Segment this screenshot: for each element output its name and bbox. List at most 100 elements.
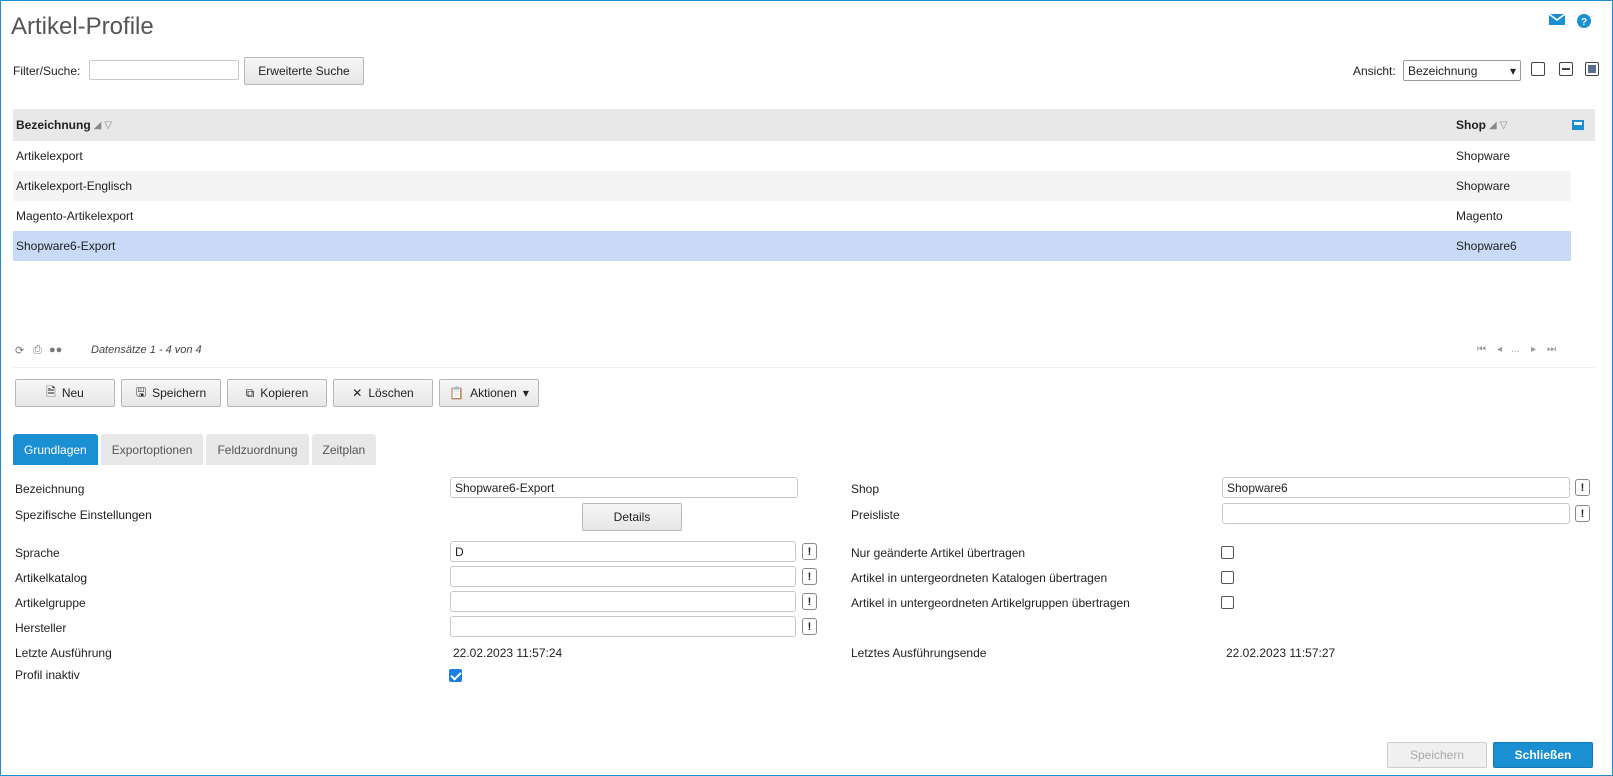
save-button[interactable]: 🖫 Speichern <box>121 379 221 407</box>
prev-page-icon[interactable]: ◂ <box>1497 344 1502 355</box>
next-page-icon[interactable]: ▸ <box>1531 344 1536 355</box>
copy-icon: ⧉ <box>245 385 255 400</box>
lookup-button[interactable]: ! <box>802 618 817 635</box>
last-page-icon[interactable]: ⏭ <box>1547 344 1556 355</box>
refresh-icon[interactable]: ⟳ <box>15 344 24 357</box>
column-header-bezeichnung[interactable]: Bezeichnung ◢ ▽ <box>16 118 112 132</box>
untergeordnete-kataloge-label: Artikel in untergeordneten Katalogen übe… <box>851 571 1108 585</box>
bezeichnung-field[interactable]: Shopware6-Export <box>450 477 798 498</box>
cell-shop: Shopware <box>1456 179 1511 193</box>
view-select[interactable]: Bezeichnung ▾ <box>1403 60 1521 81</box>
toggle-icon[interactable]: ●● <box>49 344 62 356</box>
first-page-icon[interactable]: ⏮ <box>1477 344 1486 355</box>
letztes-ausfuehrungsende-value: 22.02.2023 11:57:27 <box>1226 646 1336 660</box>
hersteller-field[interactable] <box>450 616 796 637</box>
help-icon[interactable]: ? <box>1576 13 1592 28</box>
profiles-grid: Bezeichnung ◢ ▽ Shop ◢ ▽ Artikelexport S… <box>13 109 1595 261</box>
column-header-label: Shop <box>1456 118 1486 132</box>
filter-label: Filter/Suche: <box>13 64 81 78</box>
cell-shop: Shopware6 <box>1456 239 1517 253</box>
filter-icon[interactable]: ▽ <box>1500 120 1508 131</box>
spezifische-einstellungen-label: Spezifische Einstellungen <box>15 508 152 522</box>
untergeordnete-kataloge-checkbox[interactable] <box>1221 571 1234 584</box>
shop-field[interactable]: Shopware6 <box>1222 477 1570 498</box>
lookup-button[interactable]: ! <box>1575 505 1590 522</box>
print-icon[interactable]: ⎙ <box>33 344 42 357</box>
grid-pager: ⟳ ⎙ ●● Datensätze 1 - 4 von 4 ⏮ ◂ ... ▸ … <box>13 344 1595 358</box>
actions-button-label: Aktionen <box>470 386 517 400</box>
artikelgruppe-label: Artikelgruppe <box>15 596 86 610</box>
svg-text:?: ? <box>1581 17 1587 28</box>
grid-header: Bezeichnung ◢ ▽ Shop ◢ ▽ <box>13 109 1595 141</box>
tab-exportoptionen[interactable]: Exportoptionen <box>100 434 204 465</box>
profil-inaktiv-checkbox[interactable] <box>449 669 462 682</box>
tab-bar: Grundlagen Exportoptionen Feldzuordnung … <box>13 434 377 465</box>
column-header-shop[interactable]: Shop ◢ ▽ <box>1456 118 1507 132</box>
details-button[interactable]: Details <box>582 503 682 531</box>
shop-label: Shop <box>851 482 880 496</box>
floppy-icon: 🖫 <box>135 384 147 399</box>
sort-asc-icon[interactable]: ◢ <box>94 120 102 131</box>
close-icon: ✕ <box>352 386 363 400</box>
new-button[interactable]: 🗎 Neu <box>15 379 115 407</box>
sprache-field[interactable]: D <box>450 541 796 562</box>
chevron-down-icon: ▾ <box>522 386 529 400</box>
tab-feldzuordnung[interactable]: Feldzuordnung <box>206 434 309 465</box>
view-layout-single-icon[interactable] <box>1531 62 1545 76</box>
page-title: Artikel-Profile <box>11 13 154 40</box>
bezeichnung-label: Bezeichnung <box>15 482 85 496</box>
advanced-search-button[interactable]: Erweiterte Suche <box>244 57 364 85</box>
untergeordnete-gruppen-checkbox[interactable] <box>1221 596 1234 609</box>
table-row-selected[interactable]: Shopware6-Export Shopware6 <box>13 231 1571 261</box>
sort-icon[interactable]: ◢ <box>1489 120 1497 131</box>
table-row[interactable]: Magento-Artikelexport Magento <box>13 201 1571 231</box>
nur-geaenderte-checkbox[interactable] <box>1221 546 1234 559</box>
sprache-label: Sprache <box>15 546 60 560</box>
table-row[interactable]: Artikelexport-Englisch Shopware <box>13 171 1571 201</box>
artikelkatalog-field[interactable] <box>450 566 796 587</box>
artikelgruppe-field[interactable] <box>450 591 796 612</box>
untergeordnete-gruppen-label: Artikel in untergeordneten Artikelgruppe… <box>851 596 1130 610</box>
cell-shop: Magento <box>1456 209 1503 223</box>
actions-menu-button[interactable]: 📋 Aktionen ▾ <box>439 379 539 407</box>
close-button[interactable]: Schließen <box>1493 742 1593 768</box>
mail-icon[interactable] <box>1548 13 1566 27</box>
chevron-down-icon: ▾ <box>1509 63 1516 78</box>
lookup-button[interactable]: ! <box>1575 479 1590 496</box>
filter-search-input[interactable] <box>89 60 239 80</box>
save-button-label: Speichern <box>152 386 207 400</box>
copy-button[interactable]: ⧉ Kopieren <box>227 379 327 407</box>
view-layout-detail-icon[interactable] <box>1585 62 1599 76</box>
clipboard-icon: 📋 <box>449 386 465 400</box>
cell-bezeichnung: Artikelexport-Englisch <box>16 179 133 193</box>
cell-bezeichnung: Magento-Artikelexport <box>16 209 134 223</box>
profil-inaktiv-label: Profil inaktiv <box>15 668 80 682</box>
lookup-button[interactable]: ! <box>802 568 817 585</box>
lookup-button[interactable]: ! <box>802 543 817 560</box>
column-header-label: Bezeichnung <box>16 118 91 132</box>
delete-button[interactable]: ✕ Löschen <box>333 379 433 407</box>
cell-bezeichnung: Artikelexport <box>16 149 83 163</box>
letzte-ausfuehrung-label: Letzte Ausführung <box>15 646 112 660</box>
table-row[interactable]: Artikelexport Shopware <box>13 141 1571 171</box>
preisliste-label: Preisliste <box>851 508 900 522</box>
new-button-label: Neu <box>61 386 84 400</box>
copy-button-label: Kopieren <box>260 386 309 400</box>
filter-icon[interactable]: ▽ <box>104 120 112 131</box>
document-icon: 🗎 <box>46 384 56 399</box>
preisliste-field[interactable] <box>1222 503 1570 524</box>
column-config-icon[interactable] <box>1572 119 1584 130</box>
letzte-ausfuehrung-value: 22.02.2023 11:57:24 <box>453 646 563 660</box>
page-ellipsis[interactable]: ... <box>1511 344 1519 355</box>
cell-bezeichnung: Shopware6-Export <box>16 239 116 253</box>
tab-zeitplan[interactable]: Zeitplan <box>311 434 377 465</box>
letztes-ausfuehrungsende-label: Letztes Ausführungsende <box>851 646 987 660</box>
hersteller-label: Hersteller <box>15 621 67 635</box>
record-count: Datensätze 1 - 4 von 4 <box>91 344 202 356</box>
delete-button-label: Löschen <box>368 386 414 400</box>
artikelkatalog-label: Artikelkatalog <box>15 571 88 585</box>
tab-grundlagen[interactable]: Grundlagen <box>13 434 98 465</box>
view-layout-split-icon[interactable] <box>1559 62 1573 76</box>
footer-save-button[interactable]: Speichern <box>1387 742 1487 768</box>
lookup-button[interactable]: ! <box>802 593 817 610</box>
